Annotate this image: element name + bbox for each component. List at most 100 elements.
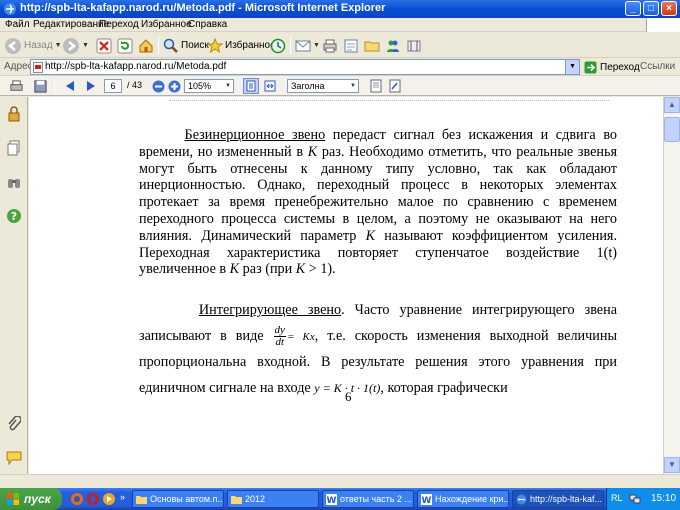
print-button[interactable] bbox=[322, 36, 338, 55]
fit-width-icon bbox=[264, 80, 276, 92]
pages-button[interactable] bbox=[5, 139, 23, 157]
equation-rhs: = Kx bbox=[286, 330, 315, 343]
maximize-button[interactable]: □ bbox=[643, 1, 659, 16]
display-style-select[interactable]: Заголна ▼ bbox=[287, 79, 359, 93]
arrow-right-icon bbox=[87, 81, 95, 91]
comments-button[interactable] bbox=[5, 449, 23, 467]
refresh-icon bbox=[117, 38, 133, 53]
menu-favorites[interactable]: Избранное bbox=[141, 19, 192, 30]
messenger-icon bbox=[387, 40, 399, 52]
zoom-out-button[interactable] bbox=[150, 78, 166, 94]
browser-toolbar: Назад ▼ ▼ Поиск Избранное ▼ bbox=[0, 33, 680, 58]
address-input[interactable]: http://spb-lta-kafapp.narod.ru/Metoda.pd… bbox=[30, 59, 580, 75]
security-button[interactable] bbox=[5, 105, 23, 123]
messenger-button[interactable] bbox=[385, 36, 401, 55]
address-label: Адрес bbox=[4, 61, 33, 72]
lock-icon bbox=[8, 106, 20, 122]
close-button[interactable]: × bbox=[661, 1, 677, 16]
firefox-icon[interactable] bbox=[70, 492, 84, 506]
favorites-button[interactable]: Избранное bbox=[207, 36, 276, 55]
quicklaunch-more-icon[interactable]: » bbox=[120, 492, 125, 502]
refresh-button[interactable] bbox=[117, 36, 133, 55]
menu-file[interactable]: Файл bbox=[5, 19, 30, 30]
opera-icon[interactable] bbox=[86, 492, 100, 506]
document-edit-icon bbox=[344, 39, 358, 52]
pdf-tool-button-2[interactable] bbox=[387, 78, 403, 94]
previous-page-button[interactable] bbox=[62, 78, 78, 94]
links-label[interactable]: Ссылки bbox=[640, 61, 675, 72]
pdf-document-view[interactable]: Безинерционное звено передаст сигнал без… bbox=[29, 97, 663, 474]
research-button[interactable] bbox=[406, 36, 422, 55]
network-icon[interactable] bbox=[629, 493, 641, 505]
clock[interactable]: 15:10 bbox=[651, 493, 676, 504]
start-button[interactable]: пуск bbox=[0, 488, 62, 510]
next-page-button[interactable] bbox=[83, 78, 99, 94]
taskbar-item-word-2[interactable]: W Нахождение кри... bbox=[417, 490, 509, 508]
paperclip-button[interactable] bbox=[5, 415, 23, 433]
pdf-print-button[interactable] bbox=[8, 78, 24, 94]
taskbar-item-ie[interactable]: http://spb-lta-kaf... bbox=[512, 490, 604, 508]
history-button[interactable] bbox=[270, 36, 286, 55]
pdf-save-button[interactable] bbox=[32, 78, 48, 94]
menu-go[interactable]: Переход bbox=[99, 19, 139, 30]
attachments-button[interactable] bbox=[5, 174, 23, 192]
taskbar-item-folder-1[interactable]: Основы автом.п... bbox=[132, 490, 224, 508]
term-integrating-link: Интегрирующее звено bbox=[198, 302, 342, 318]
taskbar-item-word-1[interactable]: W ответы часть 2 ... bbox=[322, 490, 414, 508]
address-dropdown-icon[interactable]: ▼ bbox=[565, 60, 579, 74]
page-number-input[interactable]: 6 bbox=[104, 79, 122, 93]
arrow-left-icon bbox=[66, 81, 74, 91]
help-button[interactable]: ? bbox=[5, 207, 23, 225]
history-icon bbox=[270, 38, 286, 53]
mail-button[interactable]: ▼ bbox=[295, 36, 320, 55]
home-button[interactable] bbox=[138, 36, 154, 55]
forward-dropdown-icon[interactable]: ▼ bbox=[82, 42, 89, 49]
discuss-button[interactable] bbox=[364, 36, 380, 55]
paperclip-icon bbox=[8, 416, 21, 431]
search-button[interactable]: Поиск bbox=[163, 36, 209, 55]
page-top-edge bbox=[169, 97, 609, 101]
menu-help[interactable]: Справка bbox=[188, 19, 227, 30]
zoom-in-button[interactable] bbox=[166, 78, 182, 94]
address-url: http://spb-lta-kafapp.narod.ru/Metoda.pd… bbox=[45, 61, 227, 72]
edit-button[interactable] bbox=[343, 36, 359, 55]
fit-page-button[interactable] bbox=[243, 78, 259, 94]
minimize-button[interactable]: _ bbox=[625, 1, 641, 16]
scroll-down-button[interactable]: ▼ bbox=[664, 457, 680, 473]
page-count: / 43 bbox=[127, 80, 143, 90]
zoom-dropdown-icon[interactable]: ▼ bbox=[223, 80, 233, 92]
back-button[interactable]: Назад ▼ bbox=[4, 36, 62, 55]
svg-text:W: W bbox=[327, 496, 337, 505]
go-button[interactable]: Переход bbox=[584, 60, 640, 74]
zoom-in-icon bbox=[168, 80, 180, 92]
style-dropdown-icon[interactable]: ▼ bbox=[348, 80, 358, 92]
pdf-navigation-pane: ? bbox=[0, 97, 28, 474]
fit-width-button[interactable] bbox=[262, 78, 278, 94]
menu-bar: Файл Редактирование Переход Избранное Сп… bbox=[0, 18, 680, 32]
back-dropdown-icon[interactable]: ▼ bbox=[55, 42, 62, 49]
stop-button[interactable] bbox=[96, 36, 112, 55]
page-number: 6 bbox=[345, 389, 352, 404]
help-icon: ? bbox=[7, 209, 21, 223]
language-indicator[interactable]: RL bbox=[611, 493, 623, 503]
toolbar-separator bbox=[54, 78, 55, 94]
scroll-up-button[interactable]: ▲ bbox=[664, 97, 680, 113]
binoculars-icon bbox=[8, 179, 20, 188]
forward-button[interactable]: ▼ bbox=[62, 36, 89, 55]
pdf-toolbar: 6 / 43 105% ▼ Заголна ▼ bbox=[0, 76, 680, 96]
zoom-select[interactable]: 105% ▼ bbox=[184, 79, 234, 93]
stop-icon bbox=[96, 38, 112, 53]
toolbar-separator bbox=[158, 37, 159, 54]
printer-icon bbox=[323, 39, 337, 52]
scroll-thumb[interactable] bbox=[664, 117, 680, 142]
title-bar: http://spb-lta-kafapp.narod.ru/Metoda.pd… bbox=[0, 0, 680, 18]
address-bar: Адрес http://spb-lta-kafapp.narod.ru/Met… bbox=[0, 58, 680, 76]
derivative-fraction: dy dt bbox=[273, 323, 286, 348]
pdf-tool-button-1[interactable] bbox=[368, 78, 384, 94]
save-disk-icon bbox=[33, 79, 47, 93]
media-player-icon[interactable] bbox=[102, 492, 116, 506]
menu-edit[interactable]: Редактирование bbox=[33, 19, 109, 30]
vertical-scrollbar[interactable]: ▲ ▼ bbox=[663, 97, 680, 474]
taskbar-item-folder-2[interactable]: 2012 bbox=[227, 490, 319, 508]
mail-dropdown-icon[interactable]: ▼ bbox=[313, 42, 320, 49]
